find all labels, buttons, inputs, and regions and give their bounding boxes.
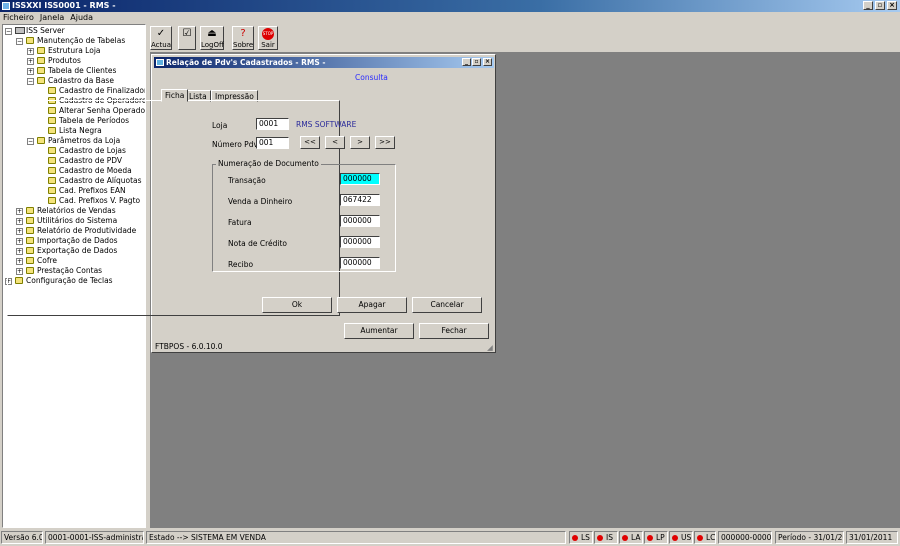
- folder-icon: [37, 57, 45, 64]
- folder-icon: [26, 37, 34, 44]
- tab-ficha[interactable]: Ficha: [161, 89, 189, 102]
- logoff-button[interactable]: ⏏ LogOff: [200, 26, 224, 50]
- first-record-button[interactable]: <<: [300, 136, 320, 149]
- status-led-ls: LS: [569, 531, 593, 544]
- sair-button[interactable]: STOP Sair: [258, 26, 278, 50]
- date-status: 31/01/2011: [846, 531, 898, 544]
- dialog-title-bar: Relação de Pdv's Cadastrados - RMS - _ ▫…: [154, 57, 494, 68]
- red-led-icon: [622, 535, 628, 541]
- field-label: Venda a Dinheiro: [228, 197, 293, 206]
- dialog-maximize-button[interactable]: ▫: [472, 58, 481, 66]
- tree-expander[interactable]: +: [27, 48, 34, 55]
- tree-expander[interactable]: −: [5, 28, 12, 35]
- dialog-title: Relação de Pdv's Cadastrados - RMS -: [166, 58, 326, 67]
- app-title: ISSXXI ISS0001 - RMS -: [12, 1, 116, 10]
- loja-label: Loja: [212, 121, 228, 130]
- menu-ajuda[interactable]: Ajuda: [67, 12, 96, 23]
- folder-icon: [37, 67, 45, 74]
- tree-expander[interactable]: −: [16, 38, 23, 45]
- tree-item[interactable]: Cadastro da Base: [48, 76, 114, 86]
- field-label: Fatura: [228, 218, 252, 227]
- menu-janela[interactable]: Janela: [37, 12, 67, 23]
- document-number-field[interactable]: 000000: [340, 257, 380, 269]
- folder-icon: [37, 77, 45, 84]
- resize-grip-icon[interactable]: ◢: [487, 343, 493, 353]
- actua-button[interactable]: ✓ Actua: [150, 26, 172, 50]
- pdv-field[interactable]: 001: [256, 137, 289, 149]
- field-label: Recibo: [228, 260, 254, 269]
- folder-icon: [37, 47, 45, 54]
- version-label: FTBPOS - 6.0.10.0: [155, 342, 223, 351]
- user-status: 0001-0001-ISS-administrator: [45, 531, 144, 544]
- aumentar-button[interactable]: Aumentar: [344, 323, 414, 339]
- fechar-button[interactable]: Fechar: [419, 323, 489, 339]
- status-led-la: LA: [619, 531, 643, 544]
- red-led-icon: [697, 535, 703, 541]
- periodo-status: Período - 31/01/2011: [775, 531, 844, 544]
- version-status: Versão 6.0: [1, 531, 43, 544]
- tree-item[interactable]: Tabela de Clientes: [48, 66, 116, 76]
- document-number-field[interactable]: 067422: [340, 194, 380, 206]
- dialog-minimize-button[interactable]: _: [462, 58, 471, 66]
- dialog-close-button[interactable]: ×: [483, 58, 492, 66]
- prev-record-button[interactable]: <: [325, 136, 345, 149]
- app-icon: [2, 2, 10, 10]
- document-number-field[interactable]: 000000: [340, 215, 380, 227]
- field-label: Nota de Crédito: [228, 239, 288, 248]
- cancelar-button[interactable]: Cancelar: [412, 297, 482, 313]
- restore-button[interactable]: ▫: [875, 1, 885, 10]
- last-record-button[interactable]: >>: [375, 136, 395, 149]
- minimize-button[interactable]: _: [863, 1, 873, 10]
- tree-expander[interactable]: −: [27, 78, 34, 85]
- field-label: Transação: [228, 176, 266, 185]
- menu-bar: Ficheiro Janela Ajuda: [0, 12, 900, 23]
- tree-item[interactable]: Produtos: [48, 56, 81, 66]
- dialog-icon: [156, 59, 164, 66]
- menu-ficheiro[interactable]: Ficheiro: [0, 12, 37, 23]
- checkmark-icon: ✓: [156, 28, 166, 39]
- loja-name: RMS SOFTWARE: [296, 120, 357, 129]
- tree-item[interactable]: ISS Server: [26, 26, 65, 36]
- status-bar: Versão 6.0 0001-0001-ISS-administrator E…: [0, 528, 900, 546]
- red-led-icon: [672, 535, 678, 541]
- tree-expander[interactable]: +: [27, 58, 34, 65]
- loja-field[interactable]: 0001: [256, 118, 289, 130]
- group-title: Numeração de Documento: [216, 159, 321, 169]
- document-check-icon: ☑: [182, 28, 192, 39]
- code-status: 000000-000000: [718, 531, 772, 544]
- red-led-icon: [597, 535, 603, 541]
- app-title-bar: ISSXXI ISS0001 - RMS - _ ▫ ×: [0, 0, 900, 12]
- tree-expander[interactable]: +: [27, 68, 34, 75]
- red-led-icon: [647, 535, 653, 541]
- help-icon: ?: [240, 28, 246, 39]
- status-led-is: IS: [594, 531, 618, 544]
- status-led-lc: LC: [694, 531, 716, 544]
- ok-button[interactable]: Ok: [262, 297, 332, 313]
- stop-icon: STOP: [259, 27, 277, 41]
- mode-label: Consulta: [355, 73, 388, 82]
- tree-item[interactable]: Manutenção de Tabelas: [37, 36, 125, 46]
- status-led-lp: LP: [644, 531, 668, 544]
- edit-button[interactable]: ☑: [178, 26, 196, 50]
- status-led-us: US: [669, 531, 693, 544]
- tree-item[interactable]: Cadastro de Finalizadoras: [59, 86, 145, 96]
- apagar-button[interactable]: Apagar: [337, 297, 407, 313]
- tree-item[interactable]: Estrutura Loja: [48, 46, 101, 56]
- document-number-field[interactable]: 000000: [340, 173, 380, 185]
- pdv-label: Número Pdv: [212, 140, 258, 149]
- toolbar: ✓ Actua ☑ ⏏ LogOff ? Sobre STOP Sair: [150, 24, 900, 52]
- logoff-icon: ⏏: [207, 28, 217, 39]
- next-record-button[interactable]: >: [350, 136, 370, 149]
- estado-status: Estado --> SISTEMA EM VENDA: [146, 531, 566, 544]
- server-icon: [15, 27, 25, 34]
- sobre-button[interactable]: ? Sobre: [232, 26, 254, 50]
- close-button[interactable]: ×: [887, 1, 897, 10]
- folder-icon: [48, 87, 56, 94]
- document-number-field[interactable]: 000000: [340, 236, 380, 248]
- red-led-icon: [572, 535, 578, 541]
